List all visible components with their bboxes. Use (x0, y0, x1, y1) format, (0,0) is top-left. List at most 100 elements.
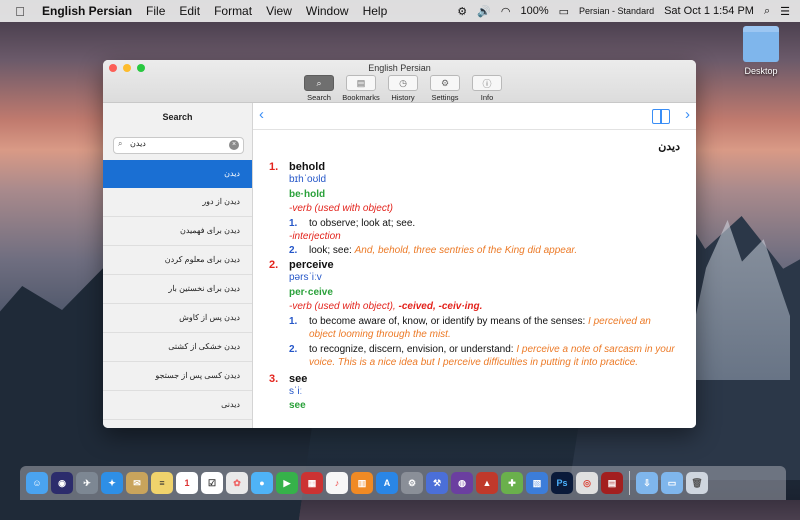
syllabification: per·ceive (289, 286, 333, 298)
menu-help[interactable]: Help (363, 4, 388, 18)
theater-icon[interactable]: ◍ (451, 472, 473, 494)
sidebar-title: Search (162, 112, 193, 122)
dock-separator (629, 471, 630, 495)
apple-icon[interactable]:  (10, 4, 30, 19)
launchpad-icon[interactable]: ✈ (76, 472, 98, 494)
app-store-icon[interactable]: A (376, 472, 398, 494)
title-bar: English Persian ⌕ Search ▤ Bookmarks ◷ H… (103, 60, 696, 103)
list-item[interactable]: دیدن پس از کاوش (103, 304, 252, 333)
chrome-icon[interactable]: ◎ (576, 472, 598, 494)
notes-icon[interactable]: ≡ (151, 472, 173, 494)
sense: 1. behold bɪhˈoʊld be·hold -verb (used w… (269, 161, 680, 257)
sense-word: see (289, 372, 308, 385)
bookmarks-icon: ▤ (346, 75, 376, 91)
search-icon: ⌕ (118, 139, 123, 148)
acrobat-icon[interactable]: ▲ (476, 472, 498, 494)
list-item[interactable]: دیدن برای نخستین بار (103, 275, 252, 304)
definition-number: 2. (289, 343, 298, 355)
documents-folder-icon[interactable]: ▭ (661, 472, 683, 494)
itunes-icon[interactable]: ♪ (326, 472, 348, 494)
definition-number: 1. (289, 315, 298, 327)
info-icon: ⓘ (472, 75, 502, 91)
sense-word: perceive (289, 259, 334, 271)
dock: ☺ ◉ ✈ ✦ ✉ ≡ 1 ☑ ✿ ● ▶ ▦ ♪ ▥ A ⚙ ⚒ ◍ ▲ ✚ … (20, 466, 786, 500)
sense-word: behold (289, 161, 326, 173)
spotlight-icon[interactable]: ⌕ (764, 5, 770, 18)
list-item[interactable]: دیدن از دور (103, 188, 252, 217)
part-of-speech: -verb (used with object), -ceived, -ceiv… (289, 300, 680, 315)
sense-number: 1. (269, 161, 279, 173)
menu-bar:  English Persian File Edit Format View … (0, 0, 800, 22)
notification-center-icon[interactable]: ☰ (780, 5, 790, 18)
facetime-icon[interactable]: ▶ (276, 472, 298, 494)
toolbar-search[interactable]: ⌕ Search (298, 75, 340, 102)
example-text: And, behold, three sentries of the King … (354, 245, 578, 256)
sense: 2. perceive pərsˈiːv per·ceive -verb (us… (269, 259, 680, 369)
trash-icon[interactable]: 🗑 (686, 472, 708, 494)
toolbar-label: Bookmarks (342, 93, 380, 102)
syllabification: be·hold (289, 188, 326, 200)
folder-icon (743, 26, 779, 62)
reminders-icon[interactable]: ☑ (201, 472, 223, 494)
list-item[interactable]: دیدن (103, 160, 252, 188)
list-item[interactable]: دیدن خشکی از کشتی (103, 333, 252, 362)
preview-icon[interactable]: ▧ (526, 472, 548, 494)
menu-window[interactable]: Window (306, 4, 349, 18)
sense-number: 2. (269, 259, 279, 271)
search-icon: ⌕ (304, 75, 334, 91)
photo-booth-icon[interactable]: ▦ (301, 472, 323, 494)
search-value[interactable]: دیدن (130, 139, 146, 148)
forward-chevron-icon[interactable]: › (685, 106, 690, 123)
android-studio-icon[interactable]: ✚ (501, 472, 523, 494)
messages-icon[interactable]: ● (251, 472, 273, 494)
system-preferences-icon[interactable]: ⚙ (401, 472, 423, 494)
book-icon[interactable] (652, 109, 670, 124)
toolbar-history[interactable]: ◷ History (382, 75, 424, 102)
menu-edit[interactable]: Edit (179, 4, 200, 18)
volume-icon[interactable]: 🔊 (477, 5, 491, 18)
xcode-icon[interactable]: ⚒ (426, 472, 448, 494)
menu-file[interactable]: File (146, 4, 165, 18)
gear-icon: ⚙ (430, 75, 460, 91)
status-extra-icon[interactable]: ⚙ (457, 5, 467, 18)
clear-icon[interactable]: × (229, 140, 239, 150)
finder-icon[interactable]: ☺ (26, 472, 48, 494)
app-menu[interactable]: English Persian (42, 4, 132, 18)
menu-view[interactable]: View (266, 4, 292, 18)
downloads-folder-icon[interactable]: ⇩ (636, 472, 658, 494)
ibooks-icon[interactable]: ▥ (351, 472, 373, 494)
photos-icon[interactable]: ✿ (226, 472, 248, 494)
window-title: English Persian (368, 63, 431, 73)
toolbar-bookmarks[interactable]: ▤ Bookmarks (340, 75, 382, 102)
battery-icon[interactable]: ▭ (559, 5, 569, 18)
wifi-icon[interactable]: ◠ (501, 5, 511, 18)
menu-format[interactable]: Format (214, 4, 252, 18)
app-window: English Persian ⌕ Search ▤ Bookmarks ◷ H… (103, 60, 696, 428)
toolbar-settings[interactable]: ⚙ Settings (424, 75, 466, 102)
input-source[interactable]: Persian - Standard (579, 6, 654, 16)
clock[interactable]: Sat Oct 1 1:54 PM (664, 5, 754, 17)
safari-icon[interactable]: ✦ (101, 472, 123, 494)
back-chevron-icon[interactable]: ‹ (259, 106, 264, 123)
toolbar-info[interactable]: ⓘ Info (466, 75, 508, 102)
siri-icon[interactable]: ◉ (51, 472, 73, 494)
definition-number: 1. (289, 217, 298, 229)
list-item[interactable]: دیدنی (103, 391, 252, 420)
photoshop-icon[interactable]: Ps (551, 472, 573, 494)
list-item[interactable]: دیدن کسی پس از جستجو (103, 362, 252, 391)
definition: 1. to observe; look at; see. (289, 217, 680, 230)
calendar-icon[interactable]: 1 (176, 472, 198, 494)
list-item[interactable]: دیدن برای فهمیدن (103, 217, 252, 246)
history-icon: ◷ (388, 75, 418, 91)
toolbar-label: Search (307, 93, 331, 102)
sidebar: Search ⌕ دیدن × دیدن دیدن از دور دیدن بر… (103, 103, 253, 428)
definition: 2. to recognize, discern, envision, or u… (289, 343, 680, 369)
battery-percent[interactable]: 100% (520, 5, 548, 17)
desktop-folder[interactable]: Desktop (738, 26, 784, 76)
part-of-speech: -interjection (289, 230, 341, 242)
english-persian-icon[interactable]: ▤ (601, 472, 623, 494)
search-input[interactable]: ⌕ دیدن × (113, 137, 244, 154)
list-item[interactable]: دیدن برای معلوم کردن (103, 246, 252, 275)
mail-icon[interactable]: ✉ (126, 472, 148, 494)
desktop-folder-label: Desktop (744, 66, 778, 76)
